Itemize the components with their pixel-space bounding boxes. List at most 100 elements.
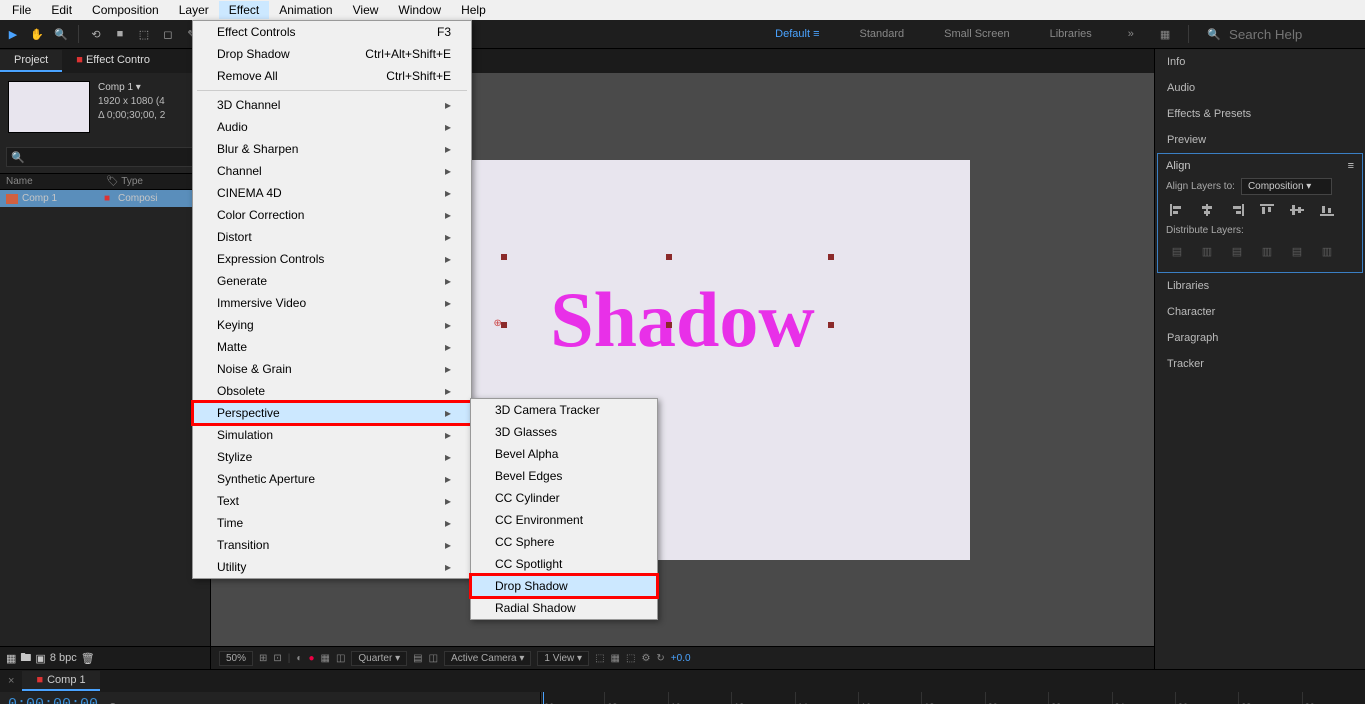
channel-icon[interactable]: ● [308,653,314,664]
panel-tracker[interactable]: Tracker [1155,351,1365,377]
tab-project[interactable]: Project [0,50,62,72]
effect-cat-simulation[interactable]: Simulation▸ [193,424,471,446]
effect-drop-shadow[interactable]: Drop ShadowCtrl+Alt+Shift+E [193,43,471,65]
project-search[interactable]: 🔍 [6,147,204,167]
effect-cat-cinema-4d[interactable]: CINEMA 4D▸ [193,182,471,204]
effect-cat-distort[interactable]: Distort▸ [193,226,471,248]
effect-cat-obsolete[interactable]: Obsolete▸ [193,380,471,402]
search-input[interactable] [1227,26,1351,43]
perspective-radial-shadow[interactable]: Radial Shadow [471,597,657,619]
share-icon[interactable]: ⬚ [595,653,604,664]
panel-preview[interactable]: Preview [1155,127,1365,153]
panel-paragraph[interactable]: Paragraph [1155,325,1365,351]
menu-layer[interactable]: Layer [169,1,219,19]
comp-new-icon[interactable]: ▣ [35,652,45,665]
panel-menu-icon[interactable]: ≡ [1348,160,1354,172]
guides-icon[interactable]: ⊡ [273,653,281,664]
tab-effect-controls[interactable]: ■ Effect Contro [62,50,164,72]
effect-cat-channel[interactable]: Channel▸ [193,160,471,182]
menu-animation[interactable]: Animation [269,1,342,19]
bpc-label[interactable]: 8 bpc [50,652,77,664]
effect-cat-generate[interactable]: Generate▸ [193,270,471,292]
workspace-panel-icon[interactable]: ▦ [1160,28,1170,41]
views-select[interactable]: 1 View ▾ [537,651,589,666]
quality-select[interactable]: Quarter ▾ [351,651,407,666]
workspace-default[interactable]: Default ≡ [755,28,839,40]
effect-cat-color-correction[interactable]: Color Correction▸ [193,204,471,226]
tab-close-icon[interactable]: × [0,675,22,687]
effect-cat-noise---grain[interactable]: Noise & Grain▸ [193,358,471,380]
orbit-tool-icon[interactable]: ⟲ [87,25,105,43]
workspace-small-screen[interactable]: Small Screen [924,28,1029,40]
text-layer-shadow[interactable]: Shadow [550,275,814,365]
workspace-standard[interactable]: Standard [840,28,925,40]
roi-icon[interactable]: ▦ [321,653,330,664]
menu-view[interactable]: View [343,1,389,19]
workspace-overflow-icon[interactable]: » [1128,28,1134,40]
perspective-cc-spotlight[interactable]: CC Spotlight [471,553,657,575]
align-top-icon[interactable] [1256,201,1278,219]
effect-cat-synthetic-aperture[interactable]: Synthetic Aperture▸ [193,468,471,490]
panel-character[interactable]: Character [1155,299,1365,325]
workspace-libraries[interactable]: Libraries [1030,28,1112,40]
pan-behind-tool-icon[interactable]: ⬚ [135,25,153,43]
perspective-cc-sphere[interactable]: CC Sphere [471,531,657,553]
selection-tool-icon[interactable]: ▶ [4,25,22,43]
col-name[interactable]: Name [6,176,106,187]
align-vcenter-icon[interactable] [1286,201,1308,219]
panel-libraries[interactable]: Libraries [1155,273,1365,299]
effect-cat-audio[interactable]: Audio▸ [193,116,471,138]
perspective-3d-glasses[interactable]: 3D Glasses [471,421,657,443]
align-left-icon[interactable] [1166,201,1188,219]
menu-edit[interactable]: Edit [41,1,82,19]
perspective-3d-camera-tracker[interactable]: 3D Camera Tracker [471,399,657,421]
menu-window[interactable]: Window [388,1,451,19]
zoom-select[interactable]: 50% [219,651,253,666]
align-right-icon[interactable] [1226,201,1248,219]
current-time-indicator[interactable] [543,692,544,704]
menu-composition[interactable]: Composition [82,1,169,19]
perspective-bevel-edges[interactable]: Bevel Edges [471,465,657,487]
effect-cat-transition[interactable]: Transition▸ [193,534,471,556]
perspective-drop-shadow[interactable]: Drop Shadow [471,575,657,597]
3d-renderer-icon[interactable]: ⬚ [626,653,635,664]
effect-effect-controls[interactable]: Effect ControlsF3 [193,21,471,43]
mask-icon[interactable]: ◐ [296,653,302,664]
col-type[interactable]: Type [121,176,143,187]
menu-help[interactable]: Help [451,1,496,19]
perspective-bevel-alpha[interactable]: Bevel Alpha [471,443,657,465]
effect-cat-matte[interactable]: Matte▸ [193,336,471,358]
effect-cat-expression-controls[interactable]: Expression Controls▸ [193,248,471,270]
grid-icon[interactable]: ⊞ [259,653,267,664]
shape-tool-icon[interactable]: ◻ [159,25,177,43]
timeline-tab-comp1[interactable]: ■Comp 1 [22,671,99,691]
menu-file[interactable]: File [2,1,41,19]
transparency-icon[interactable]: ◫ [336,653,345,664]
zoom-tool-icon[interactable]: 🔍 [52,25,70,43]
effect-cat-3d-channel[interactable]: 3D Channel▸ [193,94,471,116]
effect-cat-utility[interactable]: Utility▸ [193,556,471,578]
effect-cat-perspective[interactable]: Perspective▸ [193,402,471,424]
trash-icon[interactable]: 🗑 [81,652,95,665]
effect-cat-keying[interactable]: Keying▸ [193,314,471,336]
effect-cat-time[interactable]: Time▸ [193,512,471,534]
reset-exposure-icon[interactable]: ↻ [656,653,664,664]
comp-thumbnail[interactable] [8,81,90,133]
align-to-select[interactable]: Composition ▾ [1241,178,1332,195]
timecode[interactable]: 0;00;00;00 [8,696,98,704]
panel-audio[interactable]: Audio [1155,75,1365,101]
folder-icon[interactable]: 🖿 [20,649,31,668]
effect-cat-immersive-video[interactable]: Immersive Video▸ [193,292,471,314]
fast-preview-icon[interactable]: ▤ [413,653,422,664]
effect-remove-all[interactable]: Remove AllCtrl+Shift+E [193,65,471,87]
panel-info[interactable]: Info [1155,49,1365,75]
menu-effect[interactable]: Effect [219,1,269,19]
align-hcenter-icon[interactable] [1196,201,1218,219]
perspective-cc-environment[interactable]: CC Environment [471,509,657,531]
timeline-right[interactable]: 06s08s10s12s14s16s18s20s22s24s26s28s30s … [541,692,1365,704]
effect-cat-text[interactable]: Text▸ [193,490,471,512]
camera-tool-icon[interactable]: ■ [111,25,129,43]
hand-tool-icon[interactable]: ✋ [28,25,46,43]
effect-cat-stylize[interactable]: Stylize▸ [193,446,471,468]
interpret-icon[interactable]: ▦ [6,652,16,665]
